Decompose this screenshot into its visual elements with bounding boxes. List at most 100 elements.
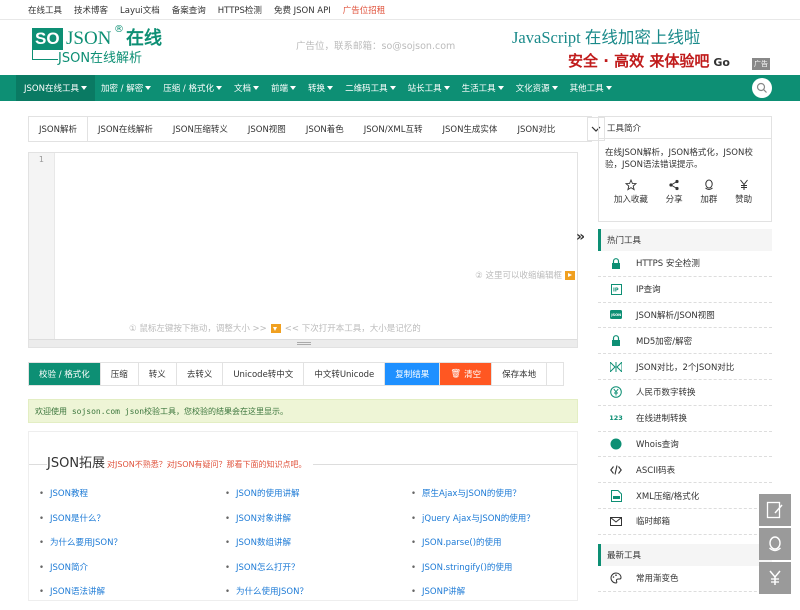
nav-item[interactable]: 生活工具 (456, 75, 510, 101)
sidebar-tool-item[interactable]: JSON JSON解析/JSON视图 (598, 303, 772, 329)
ad-banner[interactable]: JavaScript 在线加密上线啦 安全 · 高效 来体验吧 Go 广告 (512, 24, 770, 72)
ad-badge: 广告 (752, 58, 770, 70)
nav-item-label: 二维码工具 (345, 84, 388, 94)
sidebar-tool-item[interactable]: 人民币数字转换 (598, 380, 772, 406)
list-item[interactable]: jQuery Ajax与JSON的使用？ (411, 512, 535, 537)
top-link[interactable]: Layui文档 (120, 4, 160, 16)
compress-button[interactable]: 压缩 (101, 363, 139, 385)
qq-float-button[interactable] (759, 528, 791, 560)
trash-icon: 🗑 (450, 369, 462, 379)
list-item[interactable]: JSON对象讲解 (225, 512, 308, 537)
validate-format-button[interactable]: 校验 / 格式化 (29, 363, 101, 385)
list-item[interactable]: JSON的使用讲解 (225, 487, 308, 512)
sidebar-tool-item[interactable]: Whois查询 (598, 432, 772, 458)
sidebar-tool-item[interactable]: IP IP查询 (598, 277, 772, 303)
sidebar-tool-item[interactable]: HTTPS 安全检测 (598, 251, 772, 277)
list-item[interactable]: 为什么要用JSON？ (39, 536, 122, 561)
sidebar-tool-item[interactable]: 常用渐变色 (598, 566, 772, 592)
chinese-to-unicode-button[interactable]: 中文转Unicode (304, 363, 386, 385)
caret-down-icon (290, 86, 297, 90)
tab[interactable]: JSON压缩转义 (163, 117, 238, 141)
sidebar-tool-item[interactable]: MD5加密/解密 (598, 328, 772, 355)
copy-result-button[interactable]: 复制结果 (385, 363, 441, 385)
logo-reg: ® (114, 24, 124, 35)
nav-item[interactable]: 文化资源 (510, 75, 564, 101)
nav-item[interactable]: 文档 (228, 75, 265, 101)
nav-item[interactable]: 加密 / 解密 (95, 75, 157, 101)
list-item[interactable]: JSON.stringify()的使用 (411, 561, 535, 586)
save-local-button[interactable]: 保存本地 (492, 363, 548, 385)
nav-item[interactable]: JSON在线工具 (16, 75, 95, 101)
drag-hint-text-2: << 下次打开本工具，大小是记忆的 (284, 324, 421, 334)
tab[interactable]: JSON在线解析 (88, 117, 163, 141)
nav-item-label: 转换 (308, 84, 326, 94)
top-link[interactable]: 技术博客 (74, 4, 108, 16)
unicode-to-chinese-button[interactable]: Unicode转中文 (223, 363, 305, 385)
tool-label: Whois查询 (636, 439, 679, 450)
favorite-button[interactable]: 加入收藏 (614, 179, 648, 205)
nav-item[interactable]: 转换 (302, 75, 339, 101)
nav-item[interactable]: 前端 (265, 75, 302, 101)
sidebar-tool-item[interactable]: ASCII码表 (598, 457, 772, 484)
top-link[interactable]: 在线工具 (28, 4, 62, 16)
drag-hint-text-1: ① 鼠标左键按下拖动，调整大小 >> (129, 324, 267, 334)
sidebar-tool-item[interactable]: JSON对比，2个JSON对比 (598, 354, 772, 380)
ad-link[interactable]: 广告位招租 (343, 4, 386, 16)
list-item[interactable]: 原生Ajax与JSON的使用？ (411, 487, 535, 512)
tool-tabs: JSON解析 JSON在线解析 JSON压缩转义 JSON视图 JSON着色 J… (28, 116, 605, 142)
tool-label: 在线进制转换 (636, 414, 688, 425)
json-extension-panel: JSON拓展对JSON不熟悉？对JSON有疑问？那看下面的知识点吧。 JSON教… (28, 431, 578, 601)
tab[interactable]: JSON对比 (507, 117, 565, 141)
resize-handle[interactable] (29, 339, 577, 347)
share-icon (669, 179, 679, 191)
list-item[interactable]: JSON教程 (39, 487, 122, 512)
escape-button[interactable]: 转义 (139, 363, 177, 385)
share-button[interactable]: 分享 (666, 179, 683, 205)
action-label: 分享 (665, 195, 683, 205)
tab[interactable]: JSON视图 (238, 117, 296, 141)
list-item[interactable]: JSON数组讲解 (225, 536, 308, 561)
divider (29, 464, 47, 465)
nav-item[interactable]: 压缩 / 格式化 (157, 75, 228, 101)
sidebar: 工具简介 在线JSON解析，JSON格式化，JSON校验，JSON语法错误提示。… (598, 116, 772, 592)
list-item[interactable]: JSON怎么打开？ (225, 561, 308, 586)
donate-float-button[interactable] (759, 562, 791, 594)
list-item[interactable]: 为什么使用JSON？ (225, 585, 308, 610)
sidebar-tool-item[interactable]: 123 在线进制转换 (598, 406, 772, 432)
top-link[interactable]: HTTPS检测 (218, 4, 262, 16)
clear-button[interactable]: 🗑 清空 (440, 363, 493, 385)
search-button[interactable] (752, 78, 772, 98)
list-item[interactable]: JSON语法讲解 (39, 585, 122, 610)
sidebar-tool-item[interactable]: XML压缩/格式化 (598, 483, 772, 509)
nav-item-label: 前端 (271, 84, 289, 94)
logo-subtitle: JSON在线解析 (58, 51, 143, 66)
site-logo[interactable]: SO JSON ® 在线 JSON在线解析 (32, 24, 172, 70)
list-item[interactable]: JSON是什么？ (39, 512, 122, 537)
list-item[interactable]: JSONP讲解 (411, 585, 535, 610)
sidebar-tool-item[interactable]: 临时邮箱 (598, 509, 772, 535)
tab[interactable]: JSON解析 (29, 117, 88, 141)
line-gutter: 1 (29, 153, 55, 339)
list-item[interactable]: JSON简介 (39, 561, 122, 586)
unescape-button[interactable]: 去转义 (177, 363, 224, 385)
collapse-hint-text: ② 这里可以收缩编辑框 (475, 271, 562, 281)
nav-item[interactable]: 站长工具 (402, 75, 456, 101)
double-arrow-icon: » (576, 229, 586, 245)
top-link[interactable]: 免费 JSON API (274, 4, 331, 16)
tab[interactable]: JSON着色 (296, 117, 354, 141)
nav-item-label: JSON在线工具 (24, 84, 79, 94)
nav-item[interactable]: 其他工具 (564, 75, 618, 101)
join-group-button[interactable]: 加群 (700, 179, 717, 205)
yen-circle-icon (610, 386, 622, 399)
top-link[interactable]: 备案查询 (172, 4, 206, 16)
sponsor-button[interactable]: 赞助 (735, 179, 752, 205)
json-editor[interactable]: 1 ② 这里可以收缩编辑框 ① 鼠标左键按下拖动，调整大小 >> << 下次打开… (28, 152, 578, 348)
tab[interactable]: JSON/XML互转 (354, 117, 433, 141)
nav-item[interactable]: 二维码工具 (339, 75, 402, 101)
list-item[interactable]: JSON.parse()的使用 (411, 536, 535, 561)
feedback-button[interactable] (759, 494, 791, 526)
tab[interactable]: JSON生成实体 (432, 117, 507, 141)
collapse-toggle[interactable]: » (576, 229, 585, 245)
banner-go: Go (713, 56, 730, 69)
search-icon (756, 82, 767, 93)
